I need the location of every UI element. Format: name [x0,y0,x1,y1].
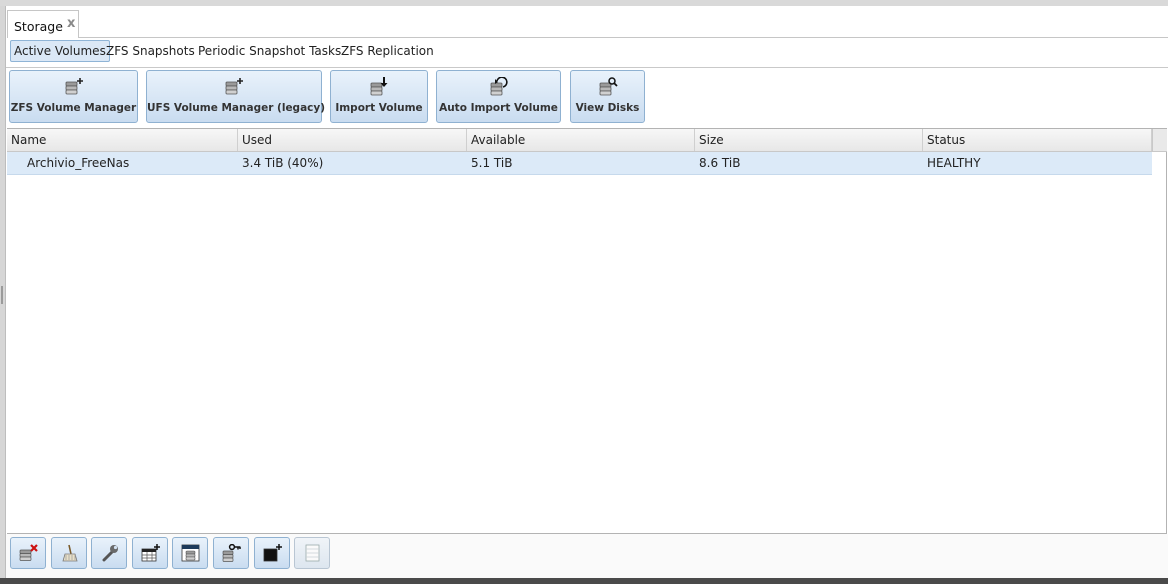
change-permissions-icon [222,544,241,562]
volume-auto-import-icon [437,77,560,97]
scrub-volume-icon [62,544,78,562]
create-dataset-button[interactable] [132,537,168,569]
close-icon[interactable]: x [67,16,75,31]
cell-available: 5.1 TiB [471,156,513,170]
subtab-divider [6,67,1168,68]
create-dataset-icon [141,544,160,562]
ufs-volume-manager-button[interactable]: UFS Volume Manager (legacy) [146,70,326,123]
import-volume-button[interactable]: Import Volume [330,70,428,123]
create-zvol-icon [263,544,282,562]
create-zvol-button[interactable] [254,537,290,569]
grid-header: Name Used Available Size Status [7,129,1152,152]
auto-import-volume-label: Auto Import Volume [439,102,558,114]
detach-volume-icon [19,544,38,561]
window-bottom-edge [0,578,1168,584]
view-disks-button[interactable]: View Disks [570,70,645,123]
tab-storage-label: Storage [14,19,63,34]
column-header-name[interactable]: Name [7,129,238,151]
volume-add-icon [147,77,321,97]
column-header-status[interactable]: Status [923,129,1152,151]
table-row[interactable]: Archivio_FreeNas 3.4 TiB (40%) 5.1 TiB 8… [7,152,1152,175]
edit-options-icon [102,545,118,562]
volume-status-icon [181,544,200,562]
cell-status: HEALTHY [927,156,981,170]
scrub-volume-button[interactable] [51,537,87,569]
zfs-volume-manager-label: ZFS Volume Manager [10,102,137,114]
tab-storage[interactable]: Storage x [7,10,79,38]
tab-zfs-replication[interactable]: ZFS Replication [338,40,437,62]
volume-status-button[interactable] [172,537,208,569]
cell-size: 8.6 TiB [699,156,741,170]
edit-options-button[interactable] [91,537,127,569]
zfs-volume-manager-button[interactable]: ZFS Volume Manager [9,70,138,123]
column-header-used[interactable]: Used [238,129,467,151]
tab-active-volumes[interactable]: Active Volumes [10,40,110,62]
storage-panel: Storage x Active Volumes ZFS Snapshots P… [5,6,1168,578]
tab-periodic-snapshot-tasks[interactable]: Periodic Snapshot Tasks [195,40,344,62]
cell-name: Archivio_FreeNas [27,156,130,170]
change-permissions-button[interactable] [213,537,249,569]
volume-import-icon [331,77,427,97]
detach-volume-button[interactable] [10,537,46,569]
volume-actions-bar [6,534,1168,578]
grid-header-corner [1152,129,1167,152]
panel-resize-handle[interactable] [1,286,3,304]
tab-zfs-snapshots[interactable]: ZFS Snapshots [103,40,198,62]
volume-add-icon [10,77,137,97]
volumes-grid: Name Used Available Size Status Archivio… [7,128,1167,534]
column-header-size[interactable]: Size [695,129,923,151]
cell-used: 3.4 TiB (40%) [242,156,324,170]
blank-icon [305,544,320,562]
import-volume-label: Import Volume [335,102,423,114]
ufs-volume-manager-label: UFS Volume Manager (legacy) [147,102,326,114]
disk-search-icon [571,77,644,97]
tab-divider [79,37,1168,38]
blank-action-button[interactable] [294,537,330,569]
column-header-available[interactable]: Available [467,129,695,151]
auto-import-volume-button[interactable]: Auto Import Volume [436,70,561,123]
view-disks-label: View Disks [575,102,640,114]
